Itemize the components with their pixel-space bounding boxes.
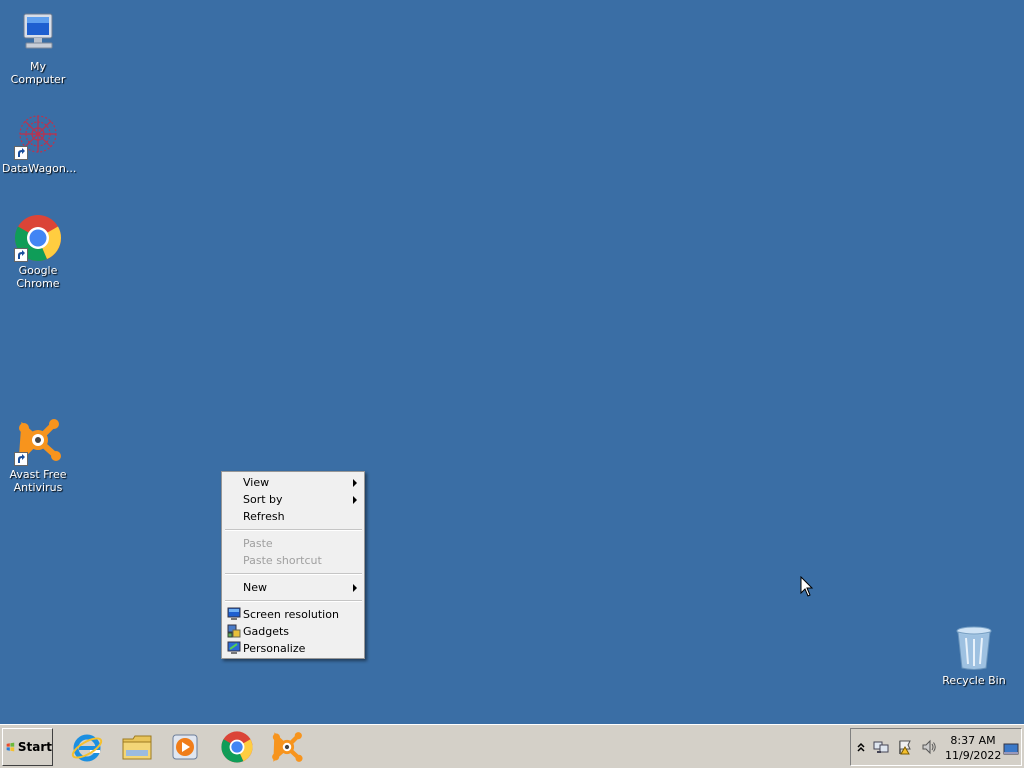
- menu-separator: [225, 600, 362, 602]
- submenu-arrow-icon: [353, 496, 357, 504]
- desktop-context-menu: View Sort by Refresh Paste Paste shortcu…: [221, 471, 365, 659]
- taskbar-internet-explorer[interactable]: [70, 730, 104, 764]
- submenu-arrow-icon: [353, 584, 357, 592]
- avast-icon: [272, 732, 303, 762]
- desktop-icon-label: Avast Free Antivirus: [9, 468, 67, 494]
- clock-date: 11/9/2022: [945, 749, 1002, 762]
- desktop-icon-avast[interactable]: Avast Free Antivirus: [0, 418, 76, 494]
- shortcut-arrow-icon: [14, 452, 28, 466]
- gadgets-icon: [227, 624, 241, 638]
- desktop-icon-label: DataWagon...: [2, 162, 77, 175]
- desktop-icon-label: My Computer: [10, 60, 66, 86]
- menu-item-label: New: [243, 581, 267, 594]
- desktop-icon-label: Google Chrome: [16, 264, 60, 290]
- media-player-icon: [172, 734, 198, 760]
- internet-explorer-icon: [71, 734, 103, 762]
- start-label: Start: [17, 740, 52, 754]
- start-button[interactable]: Start: [2, 728, 53, 766]
- menu-item-new[interactable]: New: [222, 579, 364, 596]
- taskbar-file-explorer[interactable]: [120, 730, 154, 764]
- menu-item-personalize[interactable]: Personalize: [222, 640, 364, 657]
- menu-item-gadgets[interactable]: Gadgets: [222, 623, 364, 640]
- volume-icon[interactable]: [921, 739, 937, 755]
- menu-item-refresh[interactable]: Refresh: [222, 508, 364, 525]
- menu-item-sort-by[interactable]: Sort by: [222, 491, 364, 508]
- file-explorer-icon: [122, 735, 152, 760]
- menu-item-label: Paste: [243, 537, 273, 550]
- menu-item-label: Personalize: [243, 642, 306, 655]
- taskbar-avast[interactable]: [270, 730, 304, 764]
- shortcut-arrow-icon: [14, 146, 28, 160]
- datawagon-icon: [14, 112, 62, 160]
- chrome-icon: [14, 214, 62, 262]
- personalize-icon: [227, 641, 241, 654]
- menu-separator: [225, 573, 362, 575]
- my-computer-icon: [14, 10, 62, 58]
- menu-item-screen-resolution[interactable]: Screen resolution: [222, 606, 364, 623]
- recycle-bin-icon: [950, 624, 998, 672]
- shortcut-arrow-icon: [14, 248, 28, 262]
- menu-item-paste-shortcut: Paste shortcut: [222, 552, 364, 569]
- menu-item-view[interactable]: View: [222, 474, 364, 491]
- menu-item-label: Sort by: [243, 493, 283, 506]
- avast-icon: [14, 418, 62, 466]
- clock-time: 8:37 AM: [950, 734, 996, 747]
- system-tray: 8:37 AM 11/9/2022: [850, 728, 1022, 766]
- action-center-flag-icon[interactable]: [897, 739, 913, 755]
- taskbar: Start 8:37 AM 11/9/2022: [0, 724, 1024, 768]
- menu-item-label: View: [243, 476, 270, 489]
- menu-item-label: Refresh: [243, 510, 285, 523]
- menu-item-label: Screen resolution: [243, 608, 339, 621]
- windows-flag-icon: [6, 742, 15, 752]
- screen-resolution-icon: [227, 607, 241, 620]
- menu-separator: [225, 529, 362, 531]
- taskbar-media-player[interactable]: [168, 730, 202, 764]
- clock[interactable]: 8:37 AM 11/9/2022: [945, 733, 1001, 763]
- desktop-icon-my-computer[interactable]: My Computer: [0, 10, 76, 86]
- mouse-cursor-icon: [800, 576, 814, 597]
- chrome-icon: [221, 731, 253, 763]
- menu-item-paste: Paste: [222, 535, 364, 552]
- menu-item-label: Gadgets: [243, 625, 290, 638]
- desktop-icon-google-chrome[interactable]: Google Chrome: [0, 214, 76, 290]
- submenu-arrow-icon: [353, 479, 357, 487]
- network-icon[interactable]: [873, 739, 889, 755]
- menu-item-label: Paste shortcut: [243, 554, 322, 567]
- show-desktop-icon[interactable]: [1003, 741, 1019, 757]
- desktop-icon-recycle-bin[interactable]: Recycle Bin: [936, 624, 1012, 687]
- desktop-icon-datawagon[interactable]: DataWagon...: [0, 112, 76, 175]
- desktop-icon-label: Recycle Bin: [942, 674, 1006, 687]
- taskbar-chrome[interactable]: [220, 730, 254, 764]
- show-hidden-icons-icon[interactable]: [853, 739, 869, 755]
